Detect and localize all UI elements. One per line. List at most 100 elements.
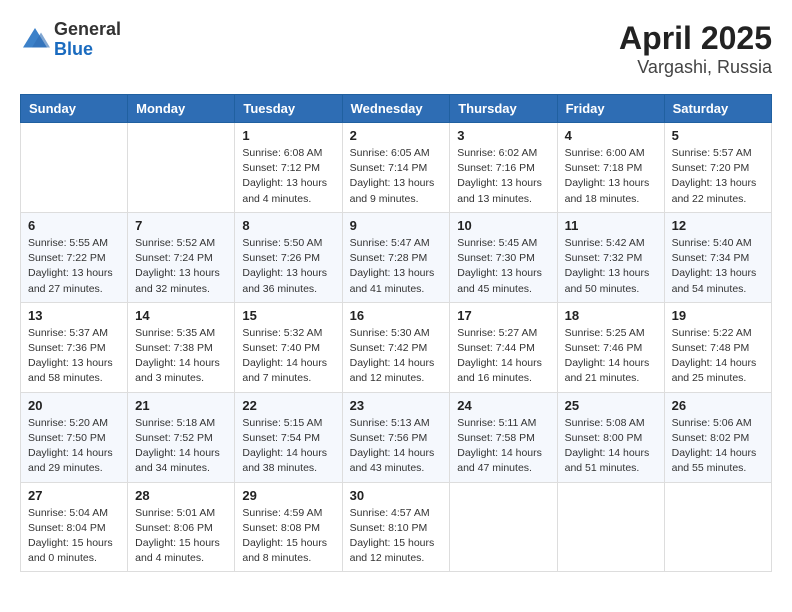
calendar-cell: 10 Sunrise: 5:45 AMSunset: 7:30 PMDayligh…: [450, 212, 557, 302]
weekday-header: Tuesday: [235, 95, 342, 123]
day-info: Sunrise: 5:42 AMSunset: 7:32 PMDaylight:…: [565, 236, 657, 297]
day-info: Sunrise: 6:08 AMSunset: 7:12 PMDaylight:…: [242, 146, 334, 207]
page-subtitle: Vargashi, Russia: [619, 57, 772, 78]
logo-general-text: General: [54, 19, 121, 39]
day-number: 9: [350, 218, 443, 233]
day-number: 18: [565, 308, 657, 323]
day-info: Sunrise: 5:35 AMSunset: 7:38 PMDaylight:…: [135, 326, 227, 387]
calendar-cell: 20 Sunrise: 5:20 AMSunset: 7:50 PMDayligh…: [21, 392, 128, 482]
day-number: 13: [28, 308, 120, 323]
day-info: Sunrise: 5:18 AMSunset: 7:52 PMDaylight:…: [135, 416, 227, 477]
day-info: Sunrise: 5:25 AMSunset: 7:46 PMDaylight:…: [565, 326, 657, 387]
day-number: 22: [242, 398, 334, 413]
day-number: 24: [457, 398, 549, 413]
day-info: Sunrise: 5:13 AMSunset: 7:56 PMDaylight:…: [350, 416, 443, 477]
day-number: 27: [28, 488, 120, 503]
day-number: 10: [457, 218, 549, 233]
calendar-cell: 9 Sunrise: 5:47 AMSunset: 7:28 PMDaylight…: [342, 212, 450, 302]
calendar-cell: 25 Sunrise: 5:08 AMSunset: 8:00 PMDayligh…: [557, 392, 664, 482]
weekday-header: Monday: [128, 95, 235, 123]
calendar-cell: 14Sunrise: 5:35 AMSunset: 7:38 PMDayligh…: [128, 302, 235, 392]
calendar-cell: 13 Sunrise: 5:37 AMSunset: 7:36 PMDayligh…: [21, 302, 128, 392]
day-info: Sunrise: 5:11 AMSunset: 7:58 PMDaylight:…: [457, 416, 549, 477]
calendar-cell: 1 Sunrise: 6:08 AMSunset: 7:12 PMDaylight…: [235, 123, 342, 213]
weekday-header: Sunday: [21, 95, 128, 123]
day-info: Sunrise: 5:08 AMSunset: 8:00 PMDaylight:…: [565, 416, 657, 477]
calendar-cell: 27 Sunrise: 5:04 AMSunset: 8:04 PMDayligh…: [21, 482, 128, 572]
day-number: 30: [350, 488, 443, 503]
day-info: Sunrise: 6:02 AMSunset: 7:16 PMDaylight:…: [457, 146, 549, 207]
weekday-header: Friday: [557, 95, 664, 123]
calendar-cell: 28 Sunrise: 5:01 AMSunset: 8:06 PMDayligh…: [128, 482, 235, 572]
calendar-cell: 23Sunrise: 5:13 AMSunset: 7:56 PMDayligh…: [342, 392, 450, 482]
calendar-cell: 8 Sunrise: 5:50 AMSunset: 7:26 PMDaylight…: [235, 212, 342, 302]
day-number: 17: [457, 308, 549, 323]
calendar-cell: 24 Sunrise: 5:11 AMSunset: 7:58 PMDayligh…: [450, 392, 557, 482]
calendar-cell: [21, 123, 128, 213]
day-number: 3: [457, 128, 549, 143]
day-number: 28: [135, 488, 227, 503]
logo-blue-text: Blue: [54, 39, 93, 59]
day-number: 1: [242, 128, 334, 143]
day-number: 19: [672, 308, 764, 323]
calendar-cell: 12 Sunrise: 5:40 AMSunset: 7:34 PMDayligh…: [664, 212, 771, 302]
day-info: Sunrise: 4:57 AMSunset: 8:10 PMDaylight:…: [350, 506, 443, 567]
calendar-cell: 30 Sunrise: 4:57 AMSunset: 8:10 PMDayligh…: [342, 482, 450, 572]
day-number: 21: [135, 398, 227, 413]
day-number: 7: [135, 218, 227, 233]
calendar-week-row: 1 Sunrise: 6:08 AMSunset: 7:12 PMDaylight…: [21, 123, 772, 213]
calendar-cell: [128, 123, 235, 213]
calendar-cell: 7 Sunrise: 5:52 AMSunset: 7:24 PMDaylight…: [128, 212, 235, 302]
calendar-cell: 19Sunrise: 5:22 AMSunset: 7:48 PMDayligh…: [664, 302, 771, 392]
weekday-header: Thursday: [450, 95, 557, 123]
calendar-cell: [664, 482, 771, 572]
calendar-cell: 26 Sunrise: 5:06 AMSunset: 8:02 PMDayligh…: [664, 392, 771, 482]
day-number: 4: [565, 128, 657, 143]
day-info: Sunrise: 5:55 AMSunset: 7:22 PMDaylight:…: [28, 236, 120, 297]
calendar-cell: 22Sunrise: 5:15 AMSunset: 7:54 PMDayligh…: [235, 392, 342, 482]
day-info: Sunrise: 5:40 AMSunset: 7:34 PMDaylight:…: [672, 236, 764, 297]
day-number: 29: [242, 488, 334, 503]
day-number: 26: [672, 398, 764, 413]
day-number: 20: [28, 398, 120, 413]
day-info: Sunrise: 5:06 AMSunset: 8:02 PMDaylight:…: [672, 416, 764, 477]
calendar-cell: 21 Sunrise: 5:18 AMSunset: 7:52 PMDayligh…: [128, 392, 235, 482]
calendar-cell: 4Sunrise: 6:00 AMSunset: 7:18 PMDaylight…: [557, 123, 664, 213]
day-number: 15: [242, 308, 334, 323]
day-info: Sunrise: 5:20 AMSunset: 7:50 PMDaylight:…: [28, 416, 120, 477]
day-info: Sunrise: 5:04 AMSunset: 8:04 PMDaylight:…: [28, 506, 120, 567]
calendar-cell: 15 Sunrise: 5:32 AMSunset: 7:40 PMDayligh…: [235, 302, 342, 392]
calendar-cell: 29 Sunrise: 4:59 AMSunset: 8:08 PMDayligh…: [235, 482, 342, 572]
calendar-cell: 6Sunrise: 5:55 AMSunset: 7:22 PMDaylight…: [21, 212, 128, 302]
calendar-cell: 11Sunrise: 5:42 AMSunset: 7:32 PMDayligh…: [557, 212, 664, 302]
day-info: Sunrise: 4:59 AMSunset: 8:08 PMDaylight:…: [242, 506, 334, 567]
calendar-cell: [557, 482, 664, 572]
calendar-cell: 16Sunrise: 5:30 AMSunset: 7:42 PMDayligh…: [342, 302, 450, 392]
day-info: Sunrise: 5:47 AMSunset: 7:28 PMDaylight:…: [350, 236, 443, 297]
day-info: Sunrise: 5:57 AMSunset: 7:20 PMDaylight:…: [672, 146, 764, 207]
day-info: Sunrise: 5:50 AMSunset: 7:26 PMDaylight:…: [242, 236, 334, 297]
day-info: Sunrise: 5:37 AMSunset: 7:36 PMDaylight:…: [28, 326, 120, 387]
day-info: Sunrise: 5:45 AMSunset: 7:30 PMDaylight:…: [457, 236, 549, 297]
day-info: Sunrise: 5:52 AMSunset: 7:24 PMDaylight:…: [135, 236, 227, 297]
calendar-cell: 3 Sunrise: 6:02 AMSunset: 7:16 PMDaylight…: [450, 123, 557, 213]
calendar-week-row: 27 Sunrise: 5:04 AMSunset: 8:04 PMDayligh…: [21, 482, 772, 572]
day-info: Sunrise: 5:27 AMSunset: 7:44 PMDaylight:…: [457, 326, 549, 387]
day-number: 5: [672, 128, 764, 143]
day-number: 8: [242, 218, 334, 233]
day-number: 12: [672, 218, 764, 233]
logo: General Blue: [20, 20, 121, 60]
day-number: 25: [565, 398, 657, 413]
weekday-header: Wednesday: [342, 95, 450, 123]
day-number: 2: [350, 128, 443, 143]
calendar-week-row: 6Sunrise: 5:55 AMSunset: 7:22 PMDaylight…: [21, 212, 772, 302]
calendar-cell: 2Sunrise: 6:05 AMSunset: 7:14 PMDaylight…: [342, 123, 450, 213]
day-info: Sunrise: 5:01 AMSunset: 8:06 PMDaylight:…: [135, 506, 227, 567]
day-info: Sunrise: 5:32 AMSunset: 7:40 PMDaylight:…: [242, 326, 334, 387]
page-header: General Blue April 2025 Vargashi, Russia: [20, 20, 772, 78]
calendar-week-row: 20 Sunrise: 5:20 AMSunset: 7:50 PMDayligh…: [21, 392, 772, 482]
calendar-cell: [450, 482, 557, 572]
day-number: 16: [350, 308, 443, 323]
weekday-header: Saturday: [664, 95, 771, 123]
title-block: April 2025 Vargashi, Russia: [619, 20, 772, 78]
